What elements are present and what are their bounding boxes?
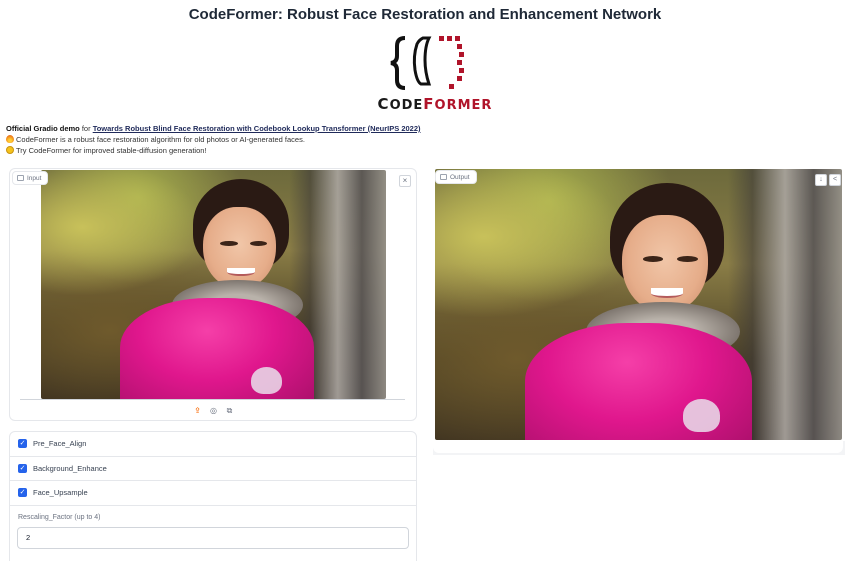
output-image (435, 169, 842, 440)
input-image-panel[interactable]: Input × ⇪ ◎ ⧉ (9, 168, 417, 421)
codeformer-logo-mark-icon (390, 36, 464, 90)
checkbox-checked-icon[interactable]: ✓ (18, 439, 27, 449)
description-line-2: CodeFormer is a robust face restoration … (6, 134, 421, 145)
output-label: Output (435, 170, 477, 184)
rescaling-factor-label: Rescaling_Factor (up to 4) (18, 513, 101, 521)
face-upsample-checkbox[interactable]: ✓ Face_Upsample (10, 481, 416, 506)
input-label: Input (12, 171, 49, 185)
paper-link[interactable]: Towards Robust Blind Face Restoration wi… (93, 124, 421, 133)
upload-icon[interactable]: ⇪ (193, 406, 202, 415)
output-actions: ↓ < (815, 174, 841, 186)
clipboard-icon[interactable]: ⧉ (225, 406, 234, 415)
description-line-3: Try CodeFormer for improved stable-diffu… (6, 145, 421, 156)
smile-icon (6, 146, 14, 154)
input-divider (20, 399, 405, 400)
image-icon (17, 175, 24, 181)
share-icon[interactable]: < (829, 174, 841, 186)
rescaling-factor-input[interactable]: 2 (17, 527, 409, 549)
options-panel: ✓ Pre_Face_Align ✓ Background_Enhance ✓ … (9, 431, 417, 561)
checkbox-checked-icon[interactable]: ✓ (18, 488, 27, 498)
background-enhance-checkbox[interactable]: ✓ Background_Enhance (10, 457, 416, 481)
output-image-panel: Output ↓ < (433, 168, 843, 453)
download-icon[interactable]: ↓ (815, 174, 827, 186)
pre-face-align-checkbox[interactable]: ✓ Pre_Face_Align (10, 432, 416, 457)
fire-icon (6, 135, 14, 143)
description: Official Gradio demo for Towards Robust … (6, 123, 421, 156)
webcam-icon[interactable]: ◎ (209, 406, 218, 415)
input-image (41, 170, 386, 399)
input-source-toolbar: ⇪ ◎ ⧉ (193, 406, 234, 415)
page-title: CodeFormer: Robust Face Restoration and … (188, 6, 662, 23)
clear-image-button[interactable]: × (399, 175, 411, 187)
checkbox-checked-icon[interactable]: ✓ (18, 463, 27, 473)
codeformer-logo: CODEFORMER (378, 32, 491, 113)
description-line-1: Official Gradio demo for Towards Robust … (6, 124, 421, 133)
logo-wordmark: CODEFORMER (377, 95, 493, 113)
image-icon (440, 174, 447, 180)
